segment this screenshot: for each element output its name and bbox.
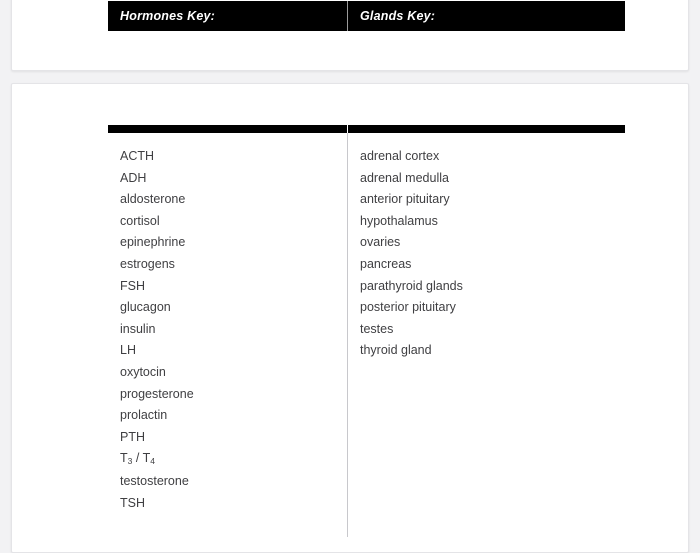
list-item: progesterone [120, 386, 194, 401]
list-item: prolactin [120, 408, 168, 423]
list-item: PTH [120, 429, 145, 444]
table-top-rule-left [108, 125, 347, 133]
key-lists-row: ACTH ADH aldosterone cortisol epinephrine est… [108, 133, 625, 537]
list-item: parathyroid glands [360, 278, 463, 293]
key-lists-card: ACTH ADH aldosterone cortisol epinephrine est… [11, 83, 689, 553]
list-item: ovaries [360, 235, 401, 250]
list-item: T3 / T4 [120, 451, 155, 467]
key-lists-table: ACTH ADH aldosterone cortisol epinephrine est… [108, 125, 625, 537]
glands-key-list: adrenal cortex adrenal medulla anterior pi… [360, 150, 625, 357]
key-header-bar: Hormones Key: Glands Key: [108, 1, 625, 31]
list-item: oxytocin [120, 364, 166, 379]
list-item: adrenal medulla [360, 170, 449, 185]
list-item: posterior pituitary [360, 300, 456, 315]
list-item: hypothalamus [360, 213, 438, 228]
list-item: testosterone [120, 473, 189, 488]
key-header-card: Hormones Key: Glands Key: [11, 0, 689, 71]
glands-list-cell: adrenal cortex adrenal medulla anterior pi… [347, 133, 625, 537]
list-item: testes [360, 321, 394, 336]
hormones-key-list: ACTH ADH aldosterone cortisol epinephrine est… [120, 150, 347, 510]
list-item: anterior pituitary [360, 192, 450, 207]
list-item: TSH [120, 495, 145, 510]
glands-key-header-cell: Glands Key: [347, 1, 625, 31]
page-root: { "colors": { "page_background": "#f2f2f… [0, 0, 700, 553]
list-item: epinephrine [120, 235, 186, 250]
list-item: adrenal cortex [360, 149, 440, 163]
key-header-row: Hormones Key: Glands Key: [108, 1, 625, 31]
list-item: aldosterone [120, 192, 186, 207]
list-item: estrogens [120, 256, 175, 271]
list-item: ADH [120, 170, 147, 185]
list-item: pancreas [360, 256, 412, 271]
list-item: LH [120, 343, 136, 358]
list-item: ACTH [120, 149, 155, 163]
table-top-rule-right [347, 125, 625, 133]
hormones-list-cell: ACTH ADH aldosterone cortisol epinephrine est… [108, 133, 347, 537]
list-item: insulin [120, 321, 156, 336]
list-item: thyroid gland [360, 343, 432, 358]
glands-key-label: Glands Key: [360, 9, 436, 23]
hormones-key-label: Hormones Key: [120, 9, 215, 23]
list-item: glucagon [120, 300, 171, 315]
table-top-rule [108, 125, 625, 133]
hormones-key-header-cell: Hormones Key: [108, 1, 347, 31]
list-item: cortisol [120, 213, 160, 228]
list-item: FSH [120, 278, 145, 293]
